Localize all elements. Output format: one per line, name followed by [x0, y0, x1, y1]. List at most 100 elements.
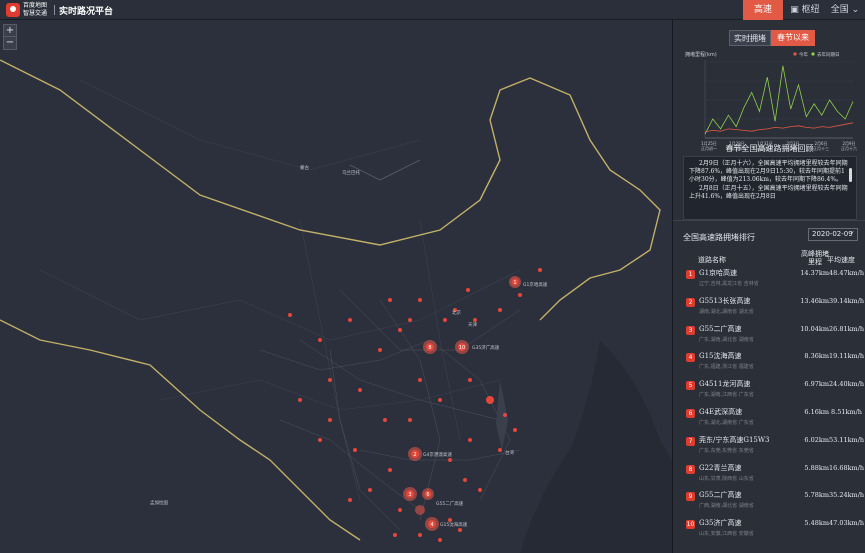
rank-marker-3: 3 — [408, 492, 411, 498]
brand-separator — [54, 5, 55, 15]
average-speed: 26.81km/h — [829, 324, 865, 333]
road-name: G4E武深高速 — [699, 407, 743, 416]
average-speed: 35.24km/h — [829, 491, 865, 500]
zoom-in-button[interactable]: + — [4, 25, 16, 37]
road-name: G4511龙河高速 — [699, 380, 751, 389]
map-label-g1: G1京哈高速 — [523, 283, 548, 288]
average-speed: 16.68km/h — [829, 463, 865, 472]
rank-marker-8: 8 — [428, 345, 431, 351]
road-provinces: 广西,湖南,湖北省 湖南省 — [699, 503, 754, 510]
average-speed: 24.40km/h — [829, 380, 865, 389]
chart-ylabel: 拥堵里程(km) — [685, 51, 717, 58]
table-row[interactable]: 6 G4E武深高速 广东,湖北,湖南省 广东省 6.16km 8.51km/h — [683, 406, 863, 434]
rank-badge: 5 — [686, 381, 695, 391]
road-provinces: 湖南,湖北,湖南省 湖北省 — [699, 308, 754, 315]
rank-marker-10: 10 — [459, 345, 465, 351]
average-speed: 48.47km/h — [829, 269, 865, 277]
review-text-box[interactable]: 2月9日（正月十六），全国高速平均拥堵里程较去年同期下降87.6%，峰值出现在2… — [683, 156, 857, 220]
peak-congestion: 5.48km — [804, 519, 829, 528]
col-peak-congestion: 高峰拥堵里程 — [801, 250, 829, 266]
region-label: 全国 — [830, 5, 849, 15]
map-label-g35: G35济广高速 — [472, 346, 500, 351]
chart-title: 春节全国高速路拥堵回顾 — [725, 144, 814, 153]
zoom-out-button[interactable]: − — [4, 37, 16, 49]
average-speed: 47.03km/h — [829, 519, 865, 528]
table-row[interactable]: 7 莞东/宁东高速G15W3 广东,东莞,东莞省 东莞省 6.02km 53.11km/… — [683, 434, 865, 462]
legend-lastyear: 去年同期日 — [817, 51, 840, 58]
top-bar: 百度地图 智慧交通 实时路况平台 高速 ▣ 枢纽 全国 ⌄ — [0, 0, 865, 20]
brand-line2: 智慧交通 — [23, 10, 48, 17]
rank-badge: 4 — [686, 353, 695, 363]
map-canvas[interactable]: 1 8 10 2 3 6 4 — [0, 20, 672, 553]
live-congestion-tab[interactable]: 实时拥堵 — [729, 30, 771, 46]
rank-badge: 1 — [686, 270, 695, 279]
table-row[interactable]: 3 G55二广高速 广东,湖南,湖北省 湖南省 10.04km 26.81km/h — [683, 323, 865, 351]
road-provinces: 山东,甘肃,陕西省 山东省 — [699, 475, 754, 482]
rank-badge: 3 — [686, 325, 695, 335]
table-row[interactable]: 4 G15沈海高速广东,福建,浙江省 福建省 8.36km 19.11km/h — [683, 350, 865, 378]
map-label-tianjin: 天津 — [468, 323, 477, 328]
ranking-title: 全国高速路拥堵排行 — [683, 233, 755, 242]
rank-badge: 9 — [686, 492, 695, 502]
road-name: G55二广高速 — [699, 491, 742, 500]
rank-marker-1: 1 — [513, 280, 516, 286]
region-dropdown[interactable]: 全国 ⌄ — [826, 0, 864, 20]
gridlines — [705, 61, 853, 120]
brand-line1: 百度地图 — [23, 2, 48, 9]
road-provinces: 广东,福建,浙江省 福建省 — [699, 364, 754, 371]
road-provinces: 广东,湖北,湖南省 广东省 — [699, 419, 754, 426]
review-paragraph-2: 2月8日（正月十五），全国高速平均拥堵里程较去年同期上升41.6%，峰值出现在2… — [689, 185, 848, 200]
baidu-logo — [6, 3, 20, 17]
review-scrollbar[interactable] — [849, 168, 852, 182]
map-label-mongolia: 蒙古 — [300, 166, 309, 171]
peak-congestion: 5.88km — [804, 463, 829, 472]
panel-divider — [673, 220, 865, 221]
average-speed: 39.14km/h — [829, 296, 865, 305]
peak-congestion: 14.37km — [800, 269, 829, 277]
map-label-beijing: 北京 — [452, 311, 461, 316]
rank-marker-4: 4 — [430, 522, 433, 528]
road-name: G15沈海高速 — [699, 352, 742, 361]
table-row[interactable]: 1 G1京哈高速辽宁,吉林,黑龙江省 吉林省 14.37km 48.47km/h — [683, 267, 865, 295]
peak-congestion: 6.02km — [804, 435, 829, 444]
peak-congestion: 5.78km — [804, 491, 829, 500]
table-row[interactable]: 8 G22青兰高速山东,甘肃,陕西省 山东省 5.88km 16.68km/h — [683, 462, 865, 490]
average-speed: 19.11km/h — [829, 352, 865, 361]
rank-badge: 6 — [686, 408, 695, 418]
road-provinces: 辽宁,吉林,黑龙江省 吉林省 — [699, 281, 759, 287]
rank-marker-6: 6 — [426, 492, 429, 498]
map-label-g55: G55二广高速 — [436, 502, 464, 507]
zoom-control: + − — [3, 24, 17, 50]
table-row[interactable]: 2 G5513长张高速 湖南,湖北,湖南省 湖北省 13.46km 39.14km/h — [683, 295, 865, 323]
rank-badge: 7 — [686, 436, 695, 446]
table-row[interactable]: 10 G35济广高速 山东,安徽,江西省 安徽省 5.48km 47.03km/h — [683, 517, 865, 545]
road-name: G22青兰高速 — [699, 463, 742, 472]
since-spring-festival-tab[interactable]: 春节以来 — [771, 30, 815, 46]
brand: 百度地图 智慧交通 — [23, 2, 47, 18]
table-row[interactable]: 9 G55二广高速广西,湖南,湖北省 湖南省 5.78km 35.24km/h — [683, 489, 865, 517]
table-row[interactable]: 5 G4511龙河高速 广东,湖南,江西省 广东省 6.97km 24.40km/h — [683, 378, 865, 406]
map-label-ulaanbaatar: 乌兰巴托 — [342, 171, 360, 176]
legend-swatch-lastyear — [811, 52, 815, 56]
rank-badge: 8 — [686, 464, 695, 474]
road-name: G55二广高速 — [699, 324, 742, 333]
nav-highway-button[interactable]: 高速 — [743, 0, 783, 20]
road-provinces: 广东,东莞,东莞省 东莞省 — [699, 447, 754, 454]
map-label-g15: G15沈海高速 — [440, 523, 468, 528]
road-provinces: 广东,湖南,江西省 广东省 — [699, 392, 754, 399]
traffic-map[interactable]: 1 8 10 2 3 6 4 蒙古 乌兰巴托 北京 天津 G1京哈高速 G35济… — [0, 20, 672, 553]
platform-title: 实时路况平台 — [59, 7, 114, 17]
road-provinces: 山东,安徽,江西省 安徽省 — [699, 531, 754, 538]
rank-marker-2: 2 — [413, 452, 416, 458]
col-avg-speed: 平均速度 — [827, 256, 855, 264]
series-line-thisyear — [704, 122, 854, 133]
nav-hub-button[interactable]: ▣ 枢纽 — [786, 0, 824, 20]
road-provinces: 广东,湖南,湖北省 湖南省 — [699, 336, 754, 343]
review-paragraph-1: 2月9日（正月十六），全国高速平均拥堵里程较去年同期下降87.6%，峰值出现在2… — [689, 160, 848, 183]
peak-congestion: 8.36km — [804, 352, 829, 361]
average-speed: 53.11km/h — [829, 435, 865, 444]
road-name: G1京哈高速 — [699, 269, 738, 277]
peak-congestion: 6.97km — [804, 380, 829, 389]
date-select[interactable]: 2020-02-09 — [808, 226, 858, 241]
road-name: 莞东/宁东高速G15W3 — [699, 435, 770, 444]
